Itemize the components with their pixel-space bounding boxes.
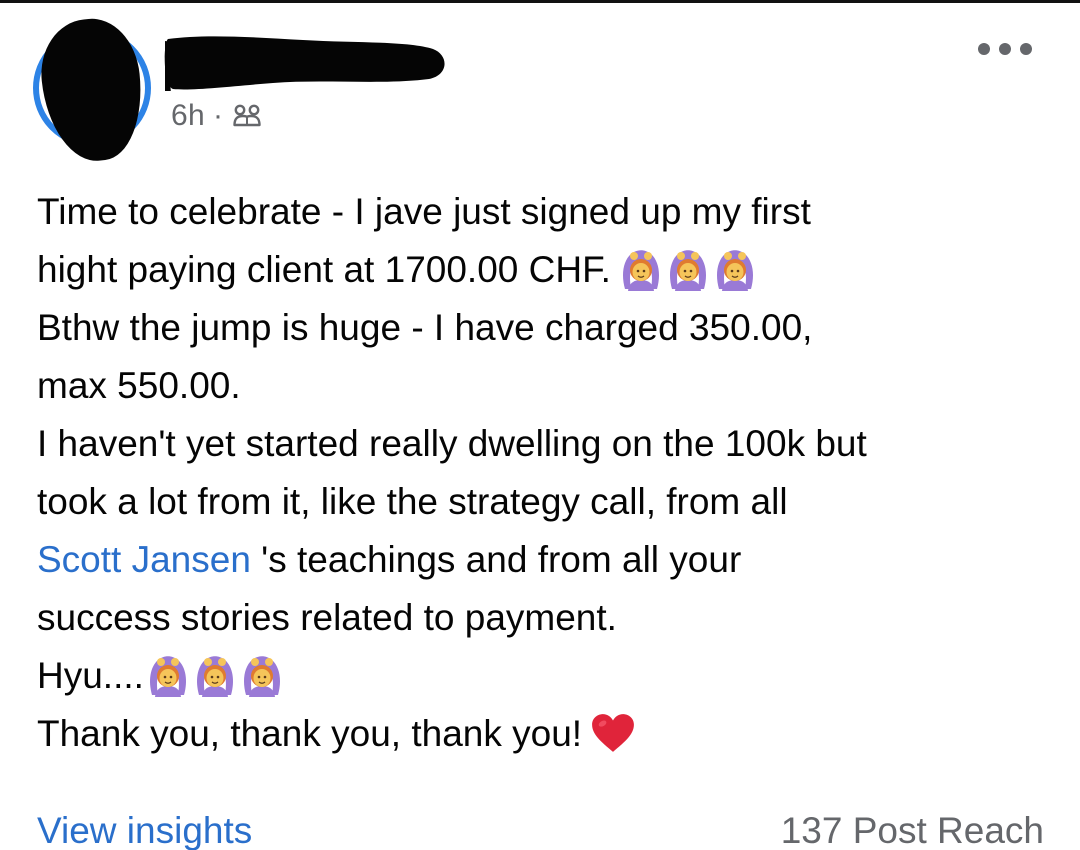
post-line: Thank you, thank you, thank you!	[37, 705, 1047, 763]
red-heart-icon	[590, 712, 636, 754]
post-text-segment: Thank you, thank you, thank you!	[37, 713, 583, 754]
post-reach-count: 137 Post Reach	[780, 810, 1044, 850]
more-dot	[1020, 43, 1032, 55]
more-dot	[978, 43, 990, 55]
post-line: max 550.00.	[37, 357, 1047, 415]
person-gesturing-ok-icon	[146, 653, 190, 697]
post-body: Time to celebrate - I jave just signed u…	[37, 183, 1047, 763]
friends-icon[interactable]	[232, 101, 262, 131]
more-horizontal-icon[interactable]	[978, 36, 1032, 62]
person-gesturing-ok-icon	[193, 653, 237, 697]
top-divider	[0, 0, 1080, 3]
avatar-redaction	[35, 14, 149, 166]
person-gesturing-ok-icon	[713, 247, 757, 291]
more-dot	[999, 43, 1011, 55]
post-timestamp[interactable]: 6h	[171, 99, 205, 133]
post-text-segment: Time to celebrate - I jave just signed u…	[37, 191, 811, 232]
post-text-segment: hight paying client at 1700.00 CHF.	[37, 249, 611, 290]
post-line: Bthw the jump is huge - I have charged 3…	[37, 299, 1047, 357]
post-line: Scott Jansen 's teachings and from all y…	[37, 531, 1047, 589]
post-line: hight paying client at 1700.00 CHF.	[37, 241, 1047, 299]
post-text-segment: took a lot from it, like the strategy ca…	[37, 481, 788, 522]
post-line: I haven't yet started really dwelling on…	[37, 415, 1047, 473]
person-gesturing-ok-icon	[666, 247, 710, 291]
person-gesturing-ok-icon	[240, 653, 284, 697]
person-gesturing-ok-icon	[619, 247, 663, 291]
post-text-segment: success stories related to payment.	[37, 597, 617, 638]
post-line: took a lot from it, like the strategy ca…	[37, 473, 1047, 531]
post-text-segment: 's teachings and from all your	[250, 539, 742, 580]
post-text-segment: I haven't yet started really dwelling on…	[37, 423, 867, 464]
post-text-segment: Bthw the jump is huge - I have charged 3…	[37, 307, 813, 348]
view-insights-link[interactable]: View insights	[37, 809, 252, 850]
post-text-segment: max 550.00.	[37, 365, 241, 406]
author-name-redaction	[164, 36, 445, 91]
post-meta: 6h ·	[171, 96, 262, 136]
post-line: Hyu....	[37, 647, 1047, 705]
mention-link[interactable]: Scott Jansen	[37, 539, 251, 580]
post-line: Time to celebrate - I jave just signed u…	[37, 183, 1047, 241]
post-text-segment: Hyu....	[37, 655, 144, 696]
meta-separator: ·	[212, 99, 224, 132]
post-line: success stories related to payment.	[37, 589, 1047, 647]
